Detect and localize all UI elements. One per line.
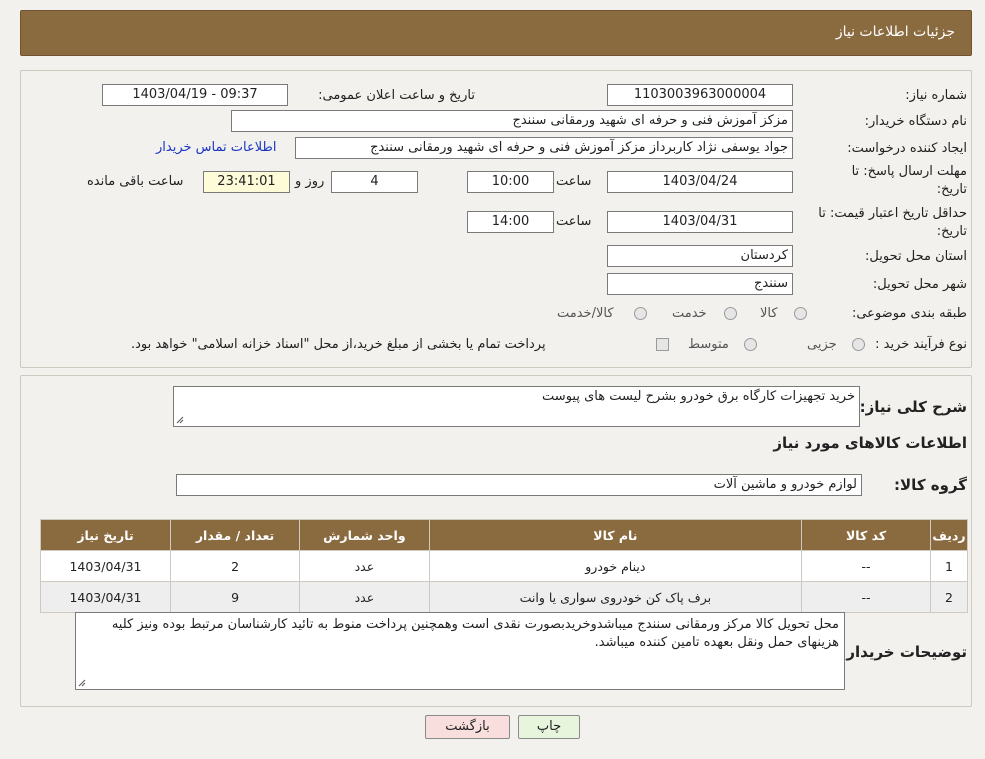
th-date: تاریخ نیاز xyxy=(40,519,171,551)
remaining-label: ساعت باقی مانده xyxy=(87,174,184,189)
process-option-medium: متوسط xyxy=(688,337,729,352)
th-row: ردیف xyxy=(930,519,968,551)
page-title: جزئیات اطلاعات نیاز xyxy=(835,24,955,40)
creator-field: جواد یوسفی نژاد کاربرداز مزکز آموزش فنی … xyxy=(295,137,793,159)
deadline-label-2: تاریخ: xyxy=(936,182,967,197)
goods-group-label: گروه کالا: xyxy=(894,476,967,494)
deadline-label: مهلت ارسال پاسخ: تا xyxy=(851,164,967,179)
deadline-time-field: 10:00 xyxy=(467,171,554,193)
process-option-minor: جزیی xyxy=(807,337,837,352)
buyer-contact-link[interactable]: اطلاعات تماس خریدار xyxy=(156,140,276,155)
th-code: کد کالا xyxy=(801,519,932,551)
notes-field: محل تحویل کالا مرکز ورمقانی سنندج میباشد… xyxy=(75,612,845,690)
cell-date: 1403/04/31 xyxy=(40,581,171,613)
city-label: شهر محل تحویل: xyxy=(872,277,967,292)
cell-unit: عدد xyxy=(299,581,430,613)
description-text: خرید تجهیزات کارگاه برق خودرو بشرح لیست … xyxy=(542,389,855,404)
items-table: ردیف کد کالا نام کالا واحد شمارش تعداد /… xyxy=(40,519,968,613)
cell-unit: عدد xyxy=(299,550,430,582)
resize-grip-icon[interactable] xyxy=(176,416,184,424)
cell-row: 2 xyxy=(930,581,968,613)
category-option-service: خدمت xyxy=(672,306,707,321)
days-label: روز و xyxy=(295,174,325,189)
description-field: خرید تجهیزات کارگاه برق خودرو بشرح لیست … xyxy=(173,386,860,427)
deadline-time-label: ساعت xyxy=(556,174,592,189)
resize-grip-icon[interactable] xyxy=(78,679,86,687)
city-field: سنندج xyxy=(607,273,793,295)
creator-label: ایجاد کننده درخواست: xyxy=(847,141,967,156)
print-button[interactable]: چاپ xyxy=(518,715,580,739)
notes-text: محل تحویل کالا مرکز ورمقانی سنندج میباشد… xyxy=(111,617,839,650)
cell-code: -- xyxy=(801,550,932,582)
buyer-org-field: مزکز آموزش فنی و حرفه ای شهید ورمقانی سن… xyxy=(231,110,793,132)
cell-qty: 2 xyxy=(169,550,301,582)
validity-date-field: 1403/04/31 xyxy=(607,211,793,233)
cell-qty: 9 xyxy=(169,581,301,613)
days-field: 4 xyxy=(331,171,418,193)
cell-name: دینام خودرو xyxy=(428,550,803,582)
cell-code: -- xyxy=(801,581,932,613)
remaining-time-field: 23:41:01 xyxy=(203,171,290,193)
category-option-both: کالا/خدمت xyxy=(557,306,614,321)
table-header-row: ردیف کد کالا نام کالا واحد شمارش تعداد /… xyxy=(40,519,968,551)
payment-treasury-checkbox[interactable] xyxy=(656,338,669,351)
deadline-date-field: 1403/04/24 xyxy=(607,171,793,193)
announce-label: تاریخ و ساعت اعلان عمومی: xyxy=(318,88,475,103)
th-qty: تعداد / مقدار xyxy=(169,519,301,551)
category-label: طبقه بندی موضوعی: xyxy=(851,306,967,321)
payment-note: پرداخت تمام یا بخشی از مبلغ خرید،از محل … xyxy=(131,337,546,352)
table-row: 1 -- دینام خودرو عدد 2 1403/04/31 xyxy=(40,550,968,582)
page-header: جزئیات اطلاعات نیاز xyxy=(20,10,972,56)
buyer-org-label: نام دستگاه خریدار: xyxy=(864,114,967,129)
category-radio-service[interactable] xyxy=(724,307,737,320)
validity-label: حداقل تاریخ اعتبار قیمت: تا xyxy=(818,206,967,221)
province-label: استان محل تحویل: xyxy=(865,249,967,264)
cell-name: برف پاک کن خودروی سواری یا وانت xyxy=(428,581,803,613)
back-button[interactable]: بازگشت xyxy=(425,715,510,739)
process-label: نوع فرآیند خرید : xyxy=(875,337,967,352)
th-name: نام کالا xyxy=(428,519,803,551)
cell-row: 1 xyxy=(930,550,968,582)
cell-date: 1403/04/31 xyxy=(40,550,171,582)
process-radio-medium[interactable] xyxy=(744,338,757,351)
notes-label: توضیحات خریدار: xyxy=(840,643,967,661)
process-radio-minor[interactable] xyxy=(852,338,865,351)
need-number-field: 1103003963000004 xyxy=(607,84,793,106)
description-label: شرح کلی نیاز: xyxy=(859,398,967,416)
category-option-goods: کالا xyxy=(760,306,778,321)
goods-info-title: اطلاعات کالاهای مورد نیاز xyxy=(773,434,967,452)
table-row: 2 -- برف پاک کن خودروی سواری یا وانت عدد… xyxy=(40,581,968,613)
th-unit: واحد شمارش xyxy=(299,519,430,551)
announce-field: 1403/04/19 - 09:37 xyxy=(102,84,288,106)
province-field: کردستان xyxy=(607,245,793,267)
category-radio-both[interactable] xyxy=(634,307,647,320)
validity-label-2: تاریخ: xyxy=(936,224,967,239)
goods-group-field: لوازم خودرو و ماشین آلات xyxy=(176,474,862,496)
validity-time-field: 14:00 xyxy=(467,211,554,233)
category-radio-goods[interactable] xyxy=(794,307,807,320)
validity-time-label: ساعت xyxy=(556,214,592,229)
need-number-label: شماره نیاز: xyxy=(905,88,967,103)
